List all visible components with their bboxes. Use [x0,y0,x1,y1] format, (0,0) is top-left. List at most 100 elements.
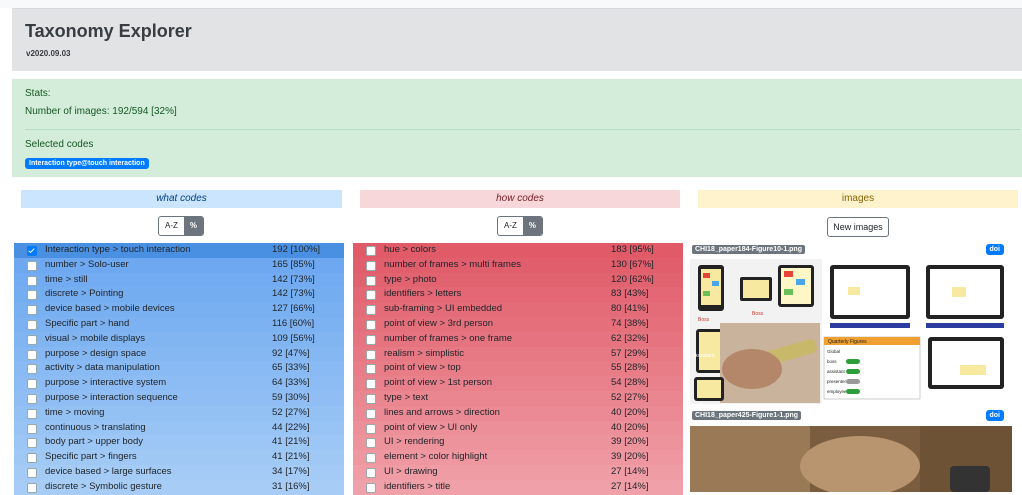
how-sort-toggle: A-Z % [497,216,544,236]
how-code-row[interactable]: type > photo 120 [62%] [353,272,683,288]
what-code-label: purpose > design space [45,347,147,359]
how-code-checkbox[interactable] [366,305,376,316]
what-code-row[interactable]: purpose > interaction sequence 59 [30%] [14,390,344,406]
what-code-row[interactable]: activity > data manipulation 65 [33%] [14,361,344,377]
selected-code-badge[interactable]: Interaction type@touch interaction [25,158,149,169]
how-codes-header: how codes [360,190,680,208]
how-code-row[interactable]: UI > rendering 39 [20%] [353,435,683,451]
how-code-row[interactable]: UI > drawing 27 [14%] [353,464,683,480]
what-code-row[interactable]: continuous > translating 44 [22%] [14,420,344,436]
how-code-checkbox[interactable] [366,393,376,404]
what-code-label: Specific part > hand [45,317,130,329]
what-code-checkbox[interactable] [27,305,37,316]
how-code-row[interactable]: point of view > UI only 40 [20%] [353,420,683,436]
how-code-checkbox[interactable] [366,379,376,390]
what-code-checkbox[interactable] [27,290,37,301]
doi-button[interactable]: doi [985,244,1004,255]
what-code-row[interactable]: discrete > Symbolic gesture 31 [16%] [14,479,344,495]
what-code-checkbox[interactable] [27,379,37,390]
what-code-row[interactable]: device based > mobile devices 127 [66%] [14,302,344,317]
how-code-checkbox[interactable] [366,275,376,286]
what-code-row[interactable]: device based > large surfaces 34 [17%] [14,464,344,480]
what-code-checkbox[interactable] [27,393,37,404]
how-code-row[interactable]: identifiers > title 27 [14%] [353,479,683,495]
how-heading-word: how [496,193,515,204]
how-code-row[interactable]: number of frames > multi frames 130 [67%] [353,257,683,273]
what-sort-az-button[interactable]: A-Z [159,217,184,235]
how-code-checkbox[interactable] [366,438,376,449]
what-code-checkbox[interactable] [27,438,37,449]
what-code-row[interactable]: discrete > Pointing 142 [73%] [14,287,344,303]
what-code-checkbox[interactable] [27,408,37,419]
how-code-checkbox[interactable] [366,319,376,330]
how-code-checkbox[interactable] [366,290,376,301]
app-version: v2020.09.03 [26,49,71,58]
how-code-checkbox[interactable] [366,364,376,375]
what-code-checkbox[interactable] [27,467,37,478]
how-code-checkbox[interactable] [366,408,376,419]
how-code-label: realism > simplistic [384,347,464,359]
what-codes-list: Interaction type > touch interaction 192 … [14,243,344,495]
how-code-checkbox[interactable] [366,423,376,434]
how-code-checkbox[interactable] [366,453,376,464]
stats-divider [25,129,1020,130]
how-code-checkbox[interactable] [366,349,376,360]
how-code-row[interactable]: point of view > top 55 [28%] [353,361,683,377]
what-code-row[interactable]: Interaction type > touch interaction 192 … [14,243,344,258]
how-code-checkbox[interactable] [366,334,376,345]
what-code-row[interactable]: number > Solo-user 165 [85%] [14,257,344,273]
what-sort-percent-button[interactable]: % [183,217,204,235]
how-code-checkbox[interactable] [366,467,376,478]
what-code-checkbox[interactable] [27,334,37,345]
what-code-checkbox[interactable] [27,275,37,286]
how-code-row[interactable]: number of frames > one frame 62 [32%] [353,331,683,347]
what-code-checkbox[interactable] [27,482,37,493]
what-code-count: 127 [66%] [272,303,315,315]
how-code-row[interactable]: identifiers > letters 83 [43%] [353,287,683,303]
what-code-checkbox[interactable] [27,349,37,360]
what-code-row[interactable]: Specific part > hand 116 [60%] [14,316,344,332]
how-code-checkbox[interactable] [366,482,376,493]
how-code-checkbox[interactable] [366,260,376,271]
what-code-row[interactable]: purpose > interactive system 64 [33%] [14,376,344,391]
how-code-count: 54 [28%] [611,377,649,389]
what-code-checkbox[interactable] [27,319,37,330]
doi-button[interactable]: doi [985,410,1004,421]
app-header: Taxonomy Explorer v2020.09.03 [12,8,1022,71]
how-code-row[interactable]: point of view > 3rd person 74 [38%] [353,316,683,332]
how-code-row[interactable]: type > text 52 [27%] [353,390,683,406]
how-code-row[interactable]: realism > simplistic 57 [29%] [353,346,683,362]
what-code-row[interactable]: purpose > design space 92 [47%] [14,346,344,362]
what-code-row[interactable]: body part > upper body 41 [21%] [14,435,344,451]
how-code-count: 40 [20%] [611,421,649,433]
how-code-row[interactable]: sub-framing > UI embedded 80 [41%] [353,302,683,317]
what-code-checkbox[interactable] [27,246,37,256]
how-code-count: 52 [27%] [611,391,649,403]
image-thumbnail[interactable]: Boss Boss Assistant Quarterly Figures Gl… [690,259,1012,404]
image-thumbnail[interactable] [690,426,1012,492]
what-code-count: 31 [16%] [272,480,310,492]
how-sort-az-button[interactable]: A-Z [498,217,523,235]
what-code-checkbox[interactable] [27,260,37,271]
what-code-checkbox[interactable] [27,423,37,434]
how-code-row[interactable]: point of view > 1st person 54 [28%] [353,376,683,391]
how-code-row[interactable]: element > color highlight 39 [20%] [353,450,683,465]
what-code-label: device based > mobile devices [45,303,175,315]
how-code-checkbox[interactable] [366,246,376,256]
tile-label: Quarterly Figures [828,339,867,345]
what-code-row[interactable]: visual > mobile displays 109 [56%] [14,331,344,347]
how-sort-percent-button[interactable]: % [522,217,543,235]
what-codes-header: what codes [21,190,342,208]
stats-heading: Stats: [25,88,51,99]
what-code-count: 116 [60%] [272,317,315,329]
what-code-checkbox[interactable] [27,364,37,375]
what-code-row[interactable]: time > moving 52 [27%] [14,405,344,421]
how-code-label: UI > drawing [384,465,438,477]
what-code-row[interactable]: Specific part > fingers 41 [21%] [14,450,344,465]
what-code-checkbox[interactable] [27,453,37,464]
new-images-button[interactable]: New images [827,217,889,237]
selected-codes-heading: Selected codes [25,139,94,150]
how-code-row[interactable]: hue > colors 183 [95%] [353,243,683,258]
how-code-row[interactable]: lines and arrows > direction 40 [20%] [353,405,683,421]
what-code-row[interactable]: time > still 142 [73%] [14,272,344,288]
